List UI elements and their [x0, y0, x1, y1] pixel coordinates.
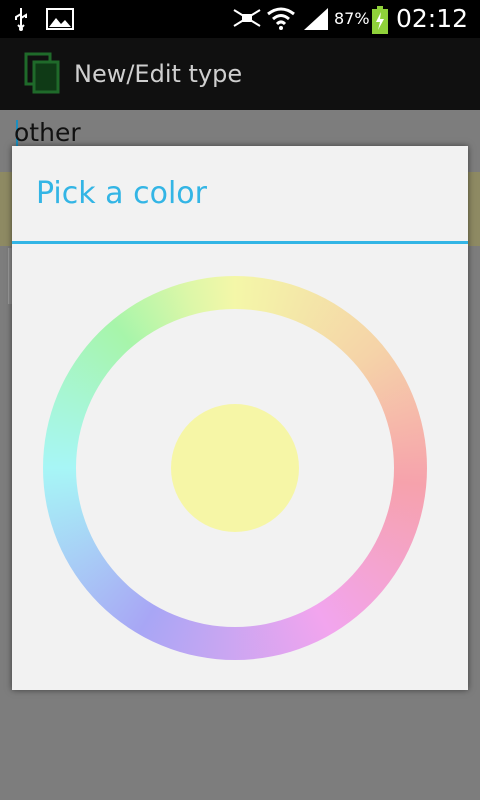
- action-bar: New/Edit type: [0, 38, 480, 110]
- app-icon[interactable]: [22, 52, 62, 96]
- mute-icon: [233, 9, 261, 27]
- action-bar-title: New/Edit type: [74, 60, 243, 88]
- dialog-title-divider: [12, 241, 468, 244]
- battery-percent: 87%: [334, 9, 370, 28]
- clock: 02:12: [396, 4, 469, 33]
- wifi-icon: [267, 7, 295, 30]
- color-picker-dialog: Pick a color: [12, 146, 468, 690]
- signal-icon: [304, 8, 328, 30]
- status-bar: 87% 02:12: [0, 0, 480, 38]
- selected-color-swatch[interactable]: [171, 404, 299, 532]
- usb-icon: [15, 8, 27, 31]
- battery-charging-icon: [372, 6, 388, 34]
- type-name-field[interactable]: other: [14, 118, 81, 147]
- gallery-icon: [46, 8, 74, 30]
- dialog-title: Pick a color: [36, 176, 207, 211]
